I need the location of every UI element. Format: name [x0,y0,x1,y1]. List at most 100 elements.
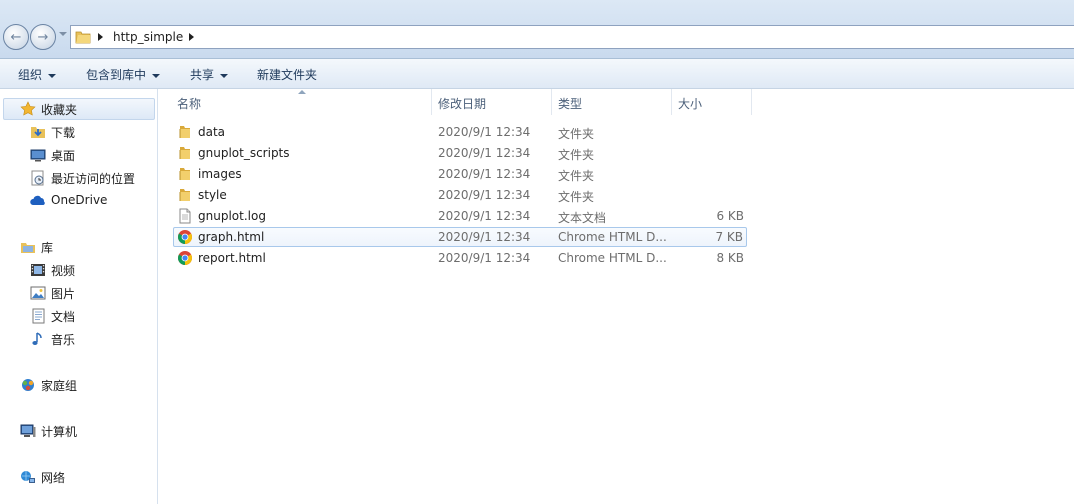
file-date: 2020/9/1 12:34 [438,167,531,181]
nav-item-favorites[interactable]: 收藏夹 [3,98,155,120]
file-type: Chrome HTML D... [558,251,667,265]
include-in-library-label: 包含到库中 [86,68,147,82]
organize-label: 组织 [18,68,43,82]
computer-icon [20,424,36,437]
libraries-icon [21,243,35,253]
column-header-type[interactable]: 类型 [558,95,582,112]
nav-item-downloads[interactable]: 下载 [0,121,158,143]
nav-label: 文档 [51,310,76,324]
nav-item-desktop[interactable]: 桌面 [0,144,158,166]
chrome-icon [178,251,192,265]
downloads-folder-icon [31,127,45,138]
organize-menu[interactable]: 组织 [18,66,57,83]
file-row-selected[interactable]: graph.html 2020/9/1 12:34 Chrome HTML D.… [173,227,747,247]
nav-item-onedrive[interactable]: OneDrive [0,190,158,212]
folder-icon [179,126,190,138]
column-divider[interactable] [671,89,672,115]
pictures-icon [30,286,46,300]
nav-label: 桌面 [51,149,76,163]
share-menu[interactable]: 共享 [190,66,229,83]
nav-label: 下载 [51,126,76,140]
nav-label: 收藏夹 [41,103,78,117]
forward-button[interactable]: → [30,24,56,50]
nav-item-homegroup[interactable]: 家庭组 [0,374,158,396]
new-folder-button[interactable]: 新建文件夹 [257,66,317,83]
recent-places-icon [31,170,44,186]
file-name: images [198,167,242,181]
nav-label: 计算机 [41,425,78,439]
column-header-date[interactable]: 修改日期 [438,95,486,112]
folder-icon [179,189,190,201]
breadcrumb-separator-icon[interactable] [189,33,194,41]
nav-label: OneDrive [51,193,108,207]
include-in-library-menu[interactable]: 包含到库中 [86,66,161,83]
navigation-pane: 收藏夹 下载 桌面 最近访问的位置 OneDrive 库 视频 图片 文档 音乐… [0,89,158,504]
nav-item-videos[interactable]: 视频 [0,259,158,281]
new-folder-label: 新建文件夹 [257,68,318,82]
sort-ascending-icon [298,90,306,94]
file-type: 文件夹 [558,127,595,141]
video-icon [31,264,45,276]
folder-icon [75,31,91,44]
forward-arrow-icon: → [37,29,49,45]
nav-label: 音乐 [51,333,76,347]
back-arrow-icon: ← [10,29,22,45]
nav-label: 图片 [51,287,76,301]
file-name: gnuplot_scripts [198,146,290,160]
column-divider[interactable] [751,89,752,115]
nav-label: 视频 [51,264,76,278]
file-size: 6 KB [716,209,744,223]
text-file-icon [179,208,191,224]
column-divider[interactable] [431,89,432,115]
file-row[interactable]: style 2020/9/1 12:34 文件夹 [173,185,747,205]
file-type: Chrome HTML D... [558,230,667,244]
chrome-icon [178,230,192,244]
file-date: 2020/9/1 12:34 [438,230,531,244]
nav-label: 家庭组 [41,379,78,393]
file-date: 2020/9/1 12:34 [438,125,531,139]
column-divider[interactable] [551,89,552,115]
command-bar: 组织 包含到库中 共享 新建文件夹 [0,58,1074,89]
address-field[interactable]: http_simple [70,25,1074,49]
breadcrumb-item[interactable]: http_simple [113,30,183,44]
file-row[interactable]: data 2020/9/1 12:34 文件夹 [173,122,747,142]
desktop-icon [30,149,46,162]
chevron-down-icon [48,73,57,78]
file-row[interactable]: gnuplot.log 2020/9/1 12:34 文本文档 6 KB [173,206,747,226]
nav-item-pictures[interactable]: 图片 [0,282,158,304]
documents-icon [32,308,45,324]
file-name: data [198,125,226,139]
nav-item-computer[interactable]: 计算机 [0,420,158,442]
back-button[interactable]: ← [3,24,29,50]
folder-icon [179,168,190,180]
onedrive-cloud-icon [30,195,45,205]
chevron-down-icon [152,73,161,78]
star-icon [20,101,36,116]
nav-item-recent-places[interactable]: 最近访问的位置 [0,167,158,189]
file-size: 7 KB [715,230,743,244]
nav-item-network[interactable]: 网络 [0,466,158,488]
nav-item-libraries[interactable]: 库 [0,236,158,258]
file-date: 2020/9/1 12:34 [438,251,531,265]
recent-locations-dropdown[interactable] [59,32,67,36]
file-type: 文件夹 [558,190,595,204]
homegroup-icon [22,379,34,391]
chevron-down-icon [220,73,229,78]
network-icon [21,471,35,483]
column-header-size[interactable]: 大小 [678,95,702,112]
file-row[interactable]: report.html 2020/9/1 12:34 Chrome HTML D… [173,248,747,268]
file-date: 2020/9/1 12:34 [438,209,531,223]
file-name: graph.html [198,230,265,244]
address-bar-region: ← → http_simple [0,0,1074,58]
column-header-row: 名称 修改日期 类型 大小 [160,89,1074,115]
nav-item-music[interactable]: 音乐 [0,328,158,350]
column-header-name[interactable]: 名称 [177,95,201,112]
file-type: 文件夹 [558,169,595,183]
breadcrumb-separator-icon[interactable] [98,33,103,41]
nav-item-documents[interactable]: 文档 [0,305,158,327]
file-type: 文件夹 [558,148,595,162]
file-row[interactable]: gnuplot_scripts 2020/9/1 12:34 文件夹 [173,143,747,163]
file-size: 8 KB [716,251,744,265]
music-note-icon [32,332,42,345]
file-row[interactable]: images 2020/9/1 12:34 文件夹 [173,164,747,184]
